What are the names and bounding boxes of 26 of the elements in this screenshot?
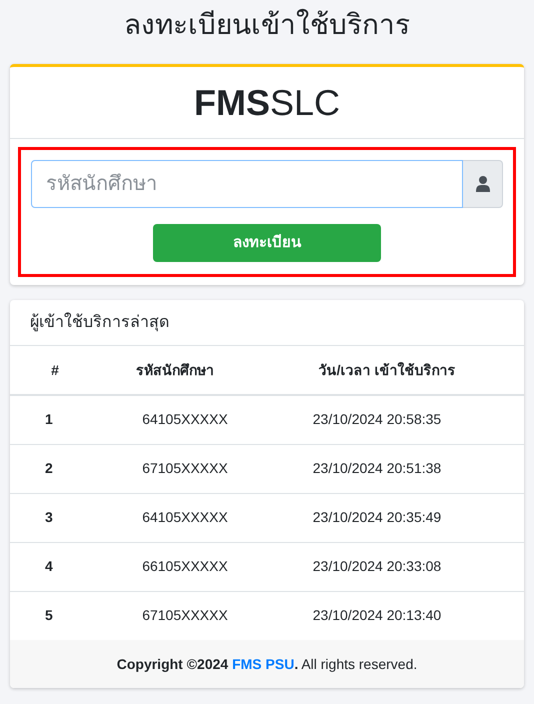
table-cell: 64105XXXXX: [142, 509, 228, 525]
copyright-text: Copyright ©2024 FMS PSU. All rights reserved.: [116, 654, 418, 674]
table-cell: 64105XXXXX: [142, 411, 228, 428]
table-cell: 4: [45, 558, 53, 574]
table-cell: 23/10/2024 20:35:49: [312, 509, 442, 525]
user-icon: [476, 176, 490, 192]
table-cell: 67105XXXXX: [142, 460, 228, 476]
table-cell: 23/10/2024 20:33:08: [312, 558, 442, 574]
student-id-field[interactable]: รหัสนักศึกษา: [31, 160, 463, 208]
column-header: รหัสนักศึกษา: [136, 362, 214, 378]
table-cell: 23/10/2024 20:51:38: [312, 460, 442, 476]
table-cell: 1: [45, 411, 53, 428]
table-cell: 23/10/2024 20:58:35: [312, 411, 442, 428]
column-header: #: [51, 362, 59, 378]
page-title: ลงทะเบียนเข้าใช้บริการ: [124, 8, 410, 42]
column-header: วัน/เวลา เข้าใช้บริการ: [318, 362, 456, 378]
table-cell: 23/10/2024 20:13:40: [312, 607, 442, 624]
table-cell: 3: [45, 509, 53, 525]
card-title: ผู้เข้าใช้บริการล่าสุด: [30, 312, 169, 334]
fms-psu-link[interactable]: FMS PSU: [232, 656, 294, 672]
logo: FMSSLC: [194, 80, 340, 124]
table-cell: 67105XXXXX: [142, 607, 228, 624]
table-cell: 2: [45, 460, 53, 476]
register-button[interactable]: ลงทะเบียน: [153, 224, 381, 262]
table-cell: 5: [45, 607, 53, 624]
table-cell: 66105XXXXX: [142, 558, 228, 574]
